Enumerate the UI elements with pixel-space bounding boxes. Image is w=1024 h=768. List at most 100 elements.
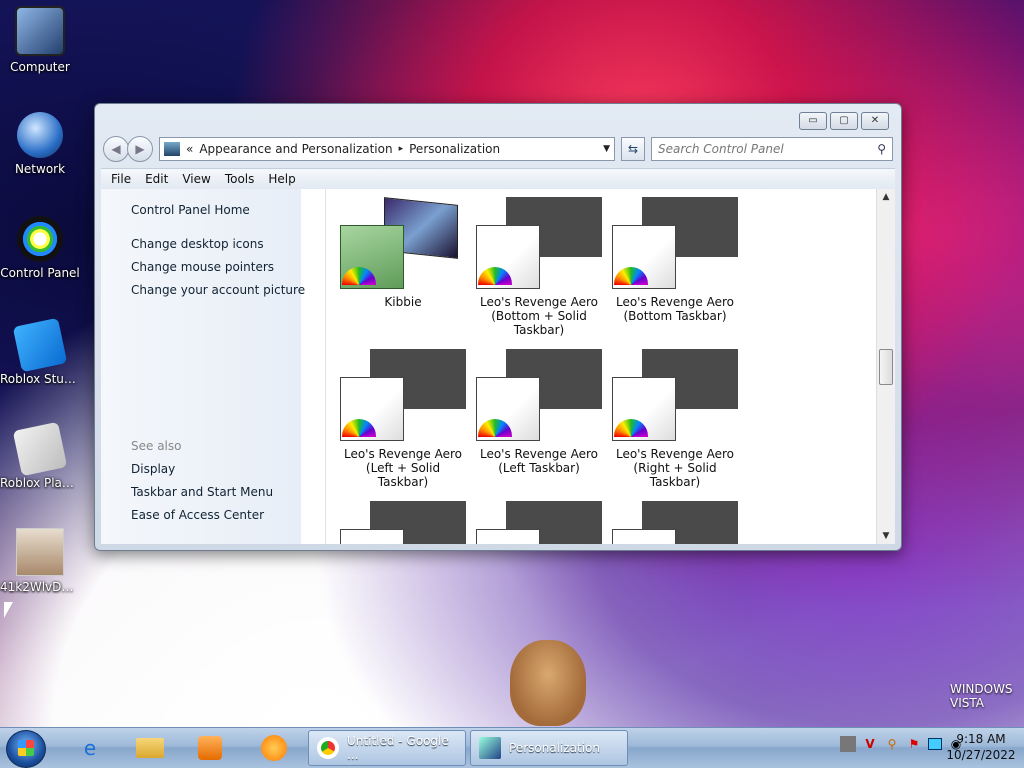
tray-search-icon[interactable]: ⚲ [884,736,900,752]
start-button[interactable] [6,730,46,768]
vertical-scrollbar[interactable]: ▲ ▼ [876,189,895,544]
task-pane: Control Panel Home Change desktop icons … [101,189,305,544]
tray-v-icon[interactable]: V [862,736,878,752]
desktop-icon-label: Control Panel [0,266,80,280]
roblox-studio-icon [12,317,68,373]
change-mouse-pointers-link[interactable]: Change mouse pointers [131,260,301,274]
theme-item-partial[interactable] [340,501,466,544]
desktop-icon-label: 41k2WlvDdK... [0,580,80,594]
theme-item[interactable]: Leo's Revenge Aero (Bottom Taskbar) [612,197,738,337]
breadcrumb-appearance[interactable]: Appearance and Personalization [199,142,392,156]
close-button[interactable]: ✕ [861,112,889,130]
tray-flag-icon[interactable]: ⚑ [906,736,922,752]
desktop-icon-control-panel[interactable]: Control Panel [0,216,80,280]
search-icon: ⚲ [877,142,886,156]
theme-item[interactable]: Leo's Revenge Aero (Bottom + Solid Taskb… [476,197,602,337]
desktop-icon-image-file[interactable]: 41k2WlvDdK... [0,528,80,594]
taskbar-task-label: Personalization [509,741,600,755]
menu-bar: File Edit View Tools Help [101,168,895,190]
taskbar-clock[interactable]: 9:18 AM 10/27/2022 [946,731,1016,763]
menu-help[interactable]: Help [268,172,295,186]
theme-item[interactable]: Leo's Revenge Aero (Left Taskbar) [476,349,602,489]
desktop-icon-label: Roblox Player [0,476,80,490]
window-controls: ▭ ▢ ✕ [799,112,889,130]
scroll-up-icon[interactable]: ▲ [877,189,895,205]
forward-button[interactable]: ▶ [127,136,153,162]
uc-browser-icon[interactable] [254,732,294,764]
theme-name: Leo's Revenge Aero (Left + Solid Taskbar… [343,447,463,489]
taskbar-start-menu-link[interactable]: Taskbar and Start Menu [131,485,273,499]
menu-tools[interactable]: Tools [225,172,255,186]
theme-thumbnail [612,197,738,289]
desktop-icon-network[interactable]: Network [0,112,80,176]
theme-thumbnail [476,349,602,441]
theme-item[interactable]: Kibbie [340,197,466,337]
clock-date: 10/27/2022 [946,748,1016,762]
scrollbar-thumb[interactable] [879,349,893,385]
personalization-icon [479,737,501,759]
address-bar[interactable]: « Appearance and Personalization ▸ Perso… [159,137,615,161]
change-account-picture-link[interactable]: Change your account picture [131,283,305,297]
desktop-icon-roblox-studio[interactable]: Roblox Studio [0,317,80,386]
taskbar-task-label: Untitled - Google ... [347,734,449,762]
theme-window-preview [476,529,540,544]
maximize-button[interactable]: ▢ [830,112,858,130]
theme-item-partial[interactable] [476,501,602,544]
address-chevron[interactable]: « [186,142,193,156]
desktop-icon-label: Computer [10,60,70,74]
theme-window-preview [340,529,404,544]
refresh-button[interactable]: ⇆ [621,137,645,161]
roblox-player-icon [12,421,68,477]
folder-icon[interactable] [130,732,170,764]
address-dropdown-icon[interactable]: ▼ [603,144,610,154]
tray-app-icon[interactable] [840,736,856,752]
themes-pane: Kibbie Leo's Revenge Aero (Bottom + Soli… [325,189,895,544]
theme-name: Leo's Revenge Aero (Bottom Taskbar) [615,295,735,323]
desktop-icon-roblox-player[interactable]: Roblox Player [0,421,80,490]
theme-item[interactable]: Leo's Revenge Aero (Right + Solid Taskba… [612,349,738,489]
see-also-section: See also Display Taskbar and Start Menu … [131,439,273,531]
minimize-button[interactable]: ▭ [799,112,827,130]
hamster-image [510,640,586,726]
theme-thumbnail [340,349,466,441]
display-link[interactable]: Display [131,462,273,476]
theme-name: Kibbie [384,295,422,309]
desktop-icon-label: Roblox Studio [0,372,80,386]
theme-grid: Kibbie Leo's Revenge Aero (Bottom + Soli… [340,197,738,544]
computer-icon [15,6,65,56]
theme-name: Leo's Revenge Aero (Bottom + Solid Taskb… [479,295,599,337]
breadcrumb-personalization[interactable]: Personalization [409,142,500,156]
scroll-down-icon[interactable]: ▼ [877,528,895,544]
control-panel-icon [17,216,63,262]
taskbar: e Untitled - Google ... Personalization … [0,727,1024,768]
desktop-icon-computer[interactable]: Computer [0,6,80,74]
search-input[interactable]: Search Control Panel ⚲ [651,137,893,161]
control-panel-home-link[interactable]: Control Panel Home [131,203,301,217]
control-panel-small-icon [164,142,180,156]
back-button[interactable]: ◀ [103,136,129,162]
taskbar-task-personalization[interactable]: Personalization [470,730,628,766]
taskbar-task-chrome[interactable]: Untitled - Google ... [308,730,466,766]
menu-edit[interactable]: Edit [145,172,168,186]
theme-name: Leo's Revenge Aero (Right + Solid Taskba… [615,447,735,489]
personalization-window: ▭ ▢ ✕ ◀ ▶ « Appearance and Personalizati… [94,103,902,551]
theme-item-partial[interactable] [612,501,738,544]
address-row: ◀ ▶ « Appearance and Personalization ▸ P… [103,136,893,162]
theme-item[interactable]: Leo's Revenge Aero (Left + Solid Taskbar… [340,349,466,489]
chrome-icon [317,737,339,759]
change-desktop-icons-link[interactable]: Change desktop icons [131,237,301,251]
ease-of-access-link[interactable]: Ease of Access Center [131,508,273,522]
image-file-icon [16,528,64,576]
theme-thumbnail [340,197,466,289]
breadcrumb-separator-icon[interactable]: ▸ [399,144,404,154]
menu-file[interactable]: File [111,172,131,186]
mouse-cursor-icon [4,602,13,618]
refresh-icon: ⇆ [627,142,639,156]
menu-view[interactable]: View [182,172,210,186]
theme-window-preview [612,529,676,544]
internet-explorer-icon[interactable]: e [70,732,110,764]
theme-thumbnail [476,197,602,289]
network-icon [17,112,63,158]
tray-network-icon[interactable] [928,738,942,750]
media-player-icon[interactable] [190,732,230,764]
